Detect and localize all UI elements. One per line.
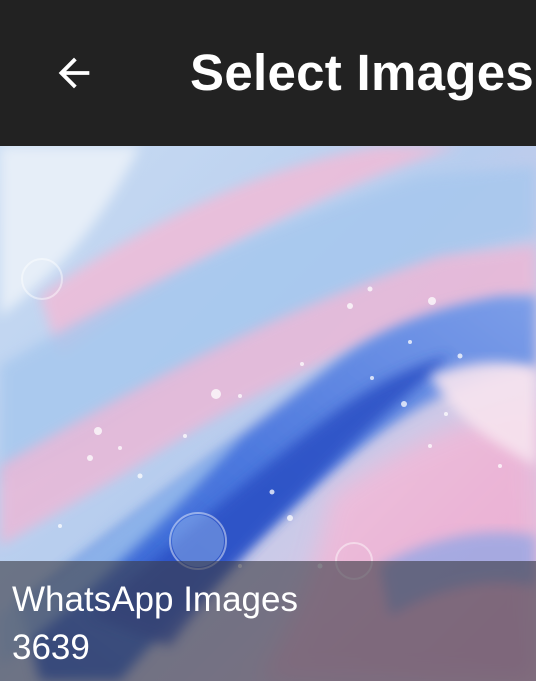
back-button[interactable] — [34, 33, 114, 113]
arrow-left-icon — [58, 57, 90, 89]
page-title: Select Images — [190, 44, 535, 101]
album-name: WhatsApp Images — [12, 580, 298, 619]
album-tile-whatsapp-images[interactable]: WhatsApp Images 3639 — [0, 146, 536, 681]
album-caption: WhatsApp Images 3639 — [0, 561, 536, 681]
album-count: 3639 — [12, 628, 90, 667]
app-bar: Select Images — [0, 0, 536, 146]
